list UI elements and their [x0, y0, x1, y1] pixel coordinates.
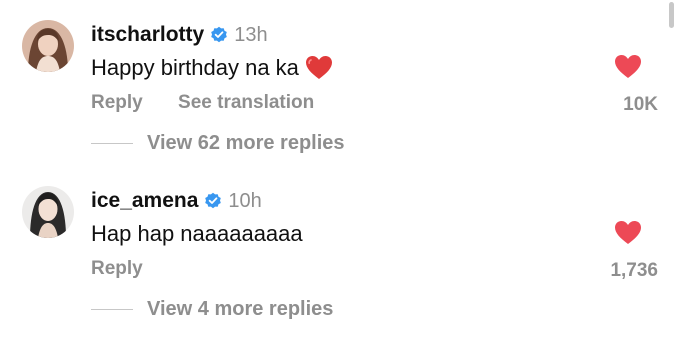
comment-actions: Reply	[91, 258, 143, 280]
timestamp: 10h	[228, 189, 262, 212]
avatar-photo	[22, 20, 74, 72]
reply-button[interactable]: Reply	[91, 92, 143, 113]
comment-body: Hap hap naaaaaaaaa	[91, 221, 303, 246]
verified-badge-icon	[205, 192, 222, 209]
view-more-replies[interactable]: View 4 more replies	[91, 298, 333, 321]
comment-actions: Reply See translation	[91, 92, 314, 114]
avatar[interactable]	[22, 20, 74, 72]
username[interactable]: ice_amena	[91, 189, 198, 213]
verified-badge-icon	[211, 26, 228, 43]
divider-line	[91, 309, 133, 310]
avatar[interactable]	[22, 186, 74, 238]
view-more-replies-label[interactable]: View 62 more replies	[147, 132, 345, 155]
comment-text: Hap hap naaaaaaaaa	[91, 218, 303, 250]
like-count: 10K	[623, 94, 658, 115]
like-heart-icon[interactable]	[614, 54, 642, 80]
comment-body: Happy birthday na ka	[91, 55, 299, 80]
like-count: 1,736	[610, 260, 658, 281]
comment-text: Happy birthday na ka	[91, 52, 333, 84]
timestamp: 13h	[234, 23, 268, 46]
view-more-replies[interactable]: View 62 more replies	[91, 132, 345, 155]
red-heart-emoji-icon	[305, 56, 332, 79]
comment-header: ice_amena 10h	[91, 186, 262, 216]
username[interactable]: itscharlotty	[91, 23, 204, 47]
divider-line	[91, 143, 133, 144]
reply-button[interactable]: Reply	[91, 258, 143, 279]
view-more-replies-label[interactable]: View 4 more replies	[147, 298, 333, 321]
scrollbar[interactable]	[669, 2, 674, 28]
see-translation-button[interactable]: See translation	[178, 92, 314, 113]
comment-header: itscharlotty 13h	[91, 20, 268, 50]
avatar-photo	[22, 186, 74, 238]
like-heart-icon[interactable]	[614, 220, 642, 246]
